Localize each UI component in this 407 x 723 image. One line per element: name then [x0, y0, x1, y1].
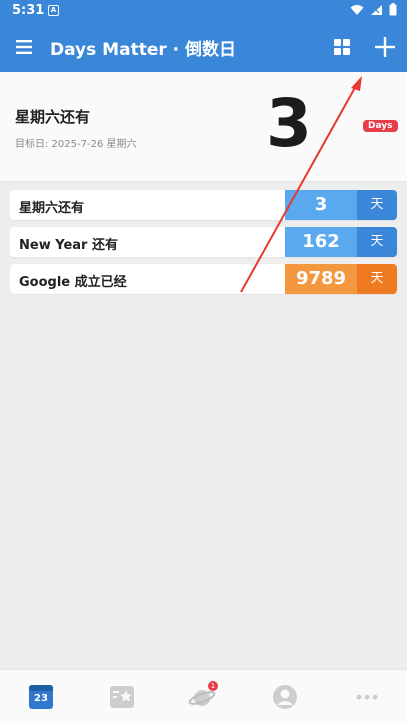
event-row[interactable]: 星期六还有 3 天 — [10, 190, 397, 220]
signal-icon — [371, 4, 382, 15]
status-icons — [350, 3, 397, 16]
event-day-unit: 天 — [357, 264, 397, 294]
nav-favorites[interactable] — [107, 682, 137, 712]
event-day-count: 3 — [285, 190, 357, 220]
notification-a-icon: A — [48, 5, 59, 16]
event-day-count: 9789 — [285, 264, 357, 294]
featured-countdown-card[interactable]: 星期六还有 目标日: 2025-7-26 星期六 3 Days — [0, 72, 407, 182]
app-screen: 5:31 A Days Matter · 倒数日 星期六还有 目标日: 2025… — [0, 0, 407, 723]
app-title: Days Matter · 倒数日 — [50, 40, 237, 60]
more-icon — [356, 694, 378, 700]
event-day-unit: 天 — [357, 227, 397, 257]
app-bar: Days Matter · 倒数日 — [0, 22, 407, 72]
bottom-navigation: 23 1 — [0, 669, 407, 723]
nav-more[interactable] — [352, 682, 382, 712]
calendar-day-number: 23 — [34, 693, 48, 704]
event-row[interactable]: Google 成立已经 9789 天 — [10, 264, 397, 294]
add-icon[interactable] — [372, 34, 398, 60]
status-time: 5:31 — [12, 3, 45, 18]
grid-view-icon[interactable] — [330, 35, 354, 59]
battery-icon — [389, 3, 397, 16]
nav-calendar[interactable]: 23 — [26, 682, 56, 712]
featured-target-date: 目标日: 2025-7-26 星期六 — [15, 139, 137, 150]
status-bar: 5:31 A — [0, 0, 407, 22]
nav-discover[interactable]: 1 — [188, 681, 218, 712]
profile-icon — [273, 685, 297, 709]
top-bar: 5:31 A Days Matter · 倒数日 — [0, 0, 407, 72]
menu-icon[interactable] — [13, 35, 37, 59]
featured-days-count: 3 — [266, 85, 312, 162]
nav-profile[interactable] — [270, 682, 300, 712]
event-name: New Year 还有 — [19, 238, 118, 253]
notification-badge: 1 — [208, 681, 218, 691]
star-card-icon — [110, 686, 134, 708]
event-day-unit: 天 — [357, 190, 397, 220]
wifi-icon — [350, 4, 364, 15]
event-list: 星期六还有 3 天 New Year 还有 162 天 Google 成立已经 … — [10, 190, 397, 301]
event-day-count: 162 — [285, 227, 357, 257]
days-badge: Days — [363, 120, 398, 132]
calendar-icon: 23 — [29, 685, 53, 709]
event-row[interactable]: New Year 还有 162 天 — [10, 227, 397, 257]
featured-event-name: 星期六还有 — [15, 108, 91, 126]
event-name: Google 成立已经 — [19, 275, 127, 290]
event-name: 星期六还有 — [19, 201, 85, 216]
